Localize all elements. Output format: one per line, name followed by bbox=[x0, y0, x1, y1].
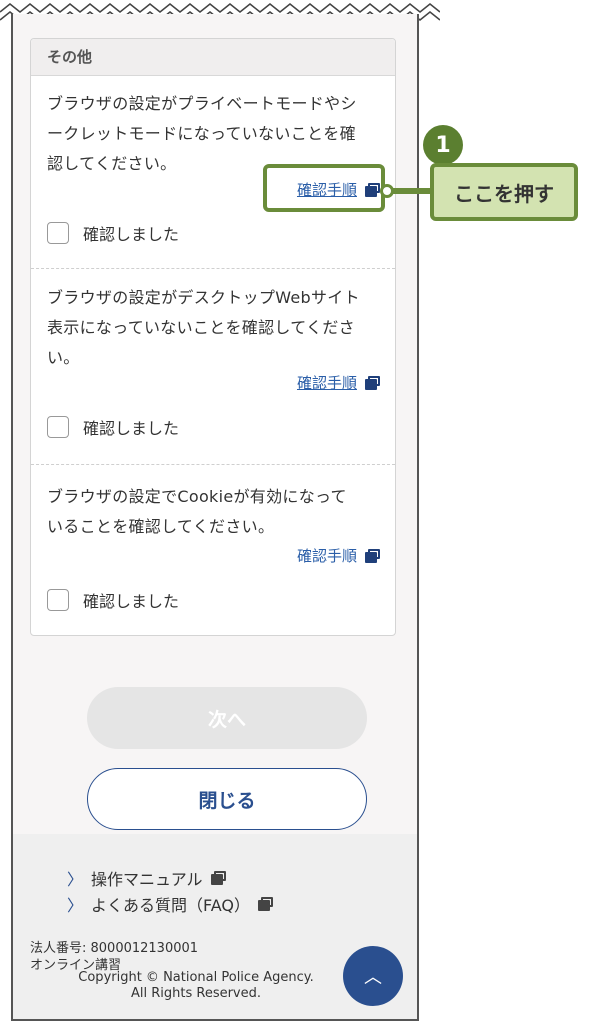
annotation-step-number: 1 bbox=[423, 125, 463, 165]
corporate-number: 法人番号: 8000012130001 bbox=[30, 941, 199, 956]
checkbox-label: 確認しました bbox=[83, 225, 180, 244]
phone-screen: その他 ブラウザの設定がプライベートモードやシ ークレットモードになっていないこ… bbox=[11, 14, 419, 1021]
close-button[interactable]: 閉じる bbox=[87, 768, 367, 830]
description-line: ブラウザの設定でCookieが有効になって bbox=[47, 487, 347, 506]
check-item-2-procedure-link[interactable]: 確認手順 bbox=[297, 372, 381, 393]
procedure-link-label: 確認手順 bbox=[296, 547, 357, 565]
footer-link-label: 操作マニュアル bbox=[91, 870, 203, 889]
external-window-icon bbox=[365, 375, 381, 390]
check-item-2-description: ブラウザの設定がデスクトップWebサイト 表示になっていないことを確認してくださ… bbox=[47, 283, 383, 373]
description-line: い。 bbox=[47, 348, 80, 367]
copyright-line: All Rights Reserved. bbox=[130, 986, 262, 1001]
divider bbox=[31, 464, 395, 465]
check-item-2-checkbox[interactable]: 確認しました bbox=[47, 415, 179, 439]
description-line: ークレットモードになっていないことを確 bbox=[47, 124, 356, 143]
checkbox-label: 確認しました bbox=[83, 419, 180, 438]
external-window-icon bbox=[365, 182, 381, 197]
checkbox-box[interactable] bbox=[47, 589, 69, 611]
description-line: ブラウザの設定がデスクトップWebサイト bbox=[47, 288, 360, 307]
other-checks-card: その他 ブラウザの設定がプライベートモードやシ ークレットモードになっていないこ… bbox=[30, 38, 396, 636]
check-item-3-checkbox[interactable]: 確認しました bbox=[47, 588, 179, 612]
check-item-1-procedure-link[interactable]: 確認手順 bbox=[297, 179, 381, 200]
copyright: Copyright © National Police Agency. All … bbox=[64, 970, 328, 1002]
divider bbox=[31, 268, 395, 269]
card-title: その他 bbox=[31, 39, 395, 76]
annotation-dot bbox=[380, 184, 394, 198]
checkbox-box[interactable] bbox=[47, 416, 69, 438]
back-to-top-button[interactable]: ︿ bbox=[343, 946, 403, 1006]
description-line: 認してください。 bbox=[47, 154, 177, 173]
check-item-3-description: ブラウザの設定でCookieが有効になって いることを確認してください。 bbox=[47, 482, 383, 542]
check-item-3-procedure-link[interactable]: 確認手順 bbox=[297, 545, 381, 566]
chevron-right-icon: 〉 bbox=[67, 896, 84, 915]
checkbox-label: 確認しました bbox=[83, 592, 180, 611]
copyright-line: Copyright © National Police Agency. bbox=[78, 970, 314, 985]
chevron-up-icon: ︿ bbox=[364, 967, 382, 988]
procedure-link-label: 確認手順 bbox=[296, 181, 357, 199]
description-line: いることを確認してください。 bbox=[47, 517, 275, 536]
external-window-icon bbox=[365, 548, 381, 563]
check-item-1-description: ブラウザの設定がプライベートモードやシ ークレットモードになっていないことを確 … bbox=[47, 89, 383, 179]
procedure-link-label: 確認手順 bbox=[296, 374, 357, 392]
chevron-right-icon: 〉 bbox=[67, 870, 84, 889]
check-item-1-checkbox[interactable]: 確認しました bbox=[47, 221, 179, 245]
external-window-icon bbox=[210, 871, 227, 885]
external-window-icon bbox=[258, 897, 274, 911]
footer-link-faq[interactable]: 〉 よくある質問（FAQ） bbox=[67, 892, 274, 916]
next-button[interactable]: 次へ bbox=[87, 687, 367, 749]
checkbox-box[interactable] bbox=[47, 222, 69, 244]
footer-link-manual[interactable]: 〉 操作マニュアル bbox=[67, 866, 227, 890]
description-line: ブラウザの設定がプライベートモードやシ bbox=[47, 94, 357, 113]
footer-link-label: よくある質問（FAQ） bbox=[91, 896, 251, 915]
description-line: 表示になっていないことを確認してくださ bbox=[47, 318, 355, 337]
annotation-label: ここを押す bbox=[430, 163, 578, 221]
